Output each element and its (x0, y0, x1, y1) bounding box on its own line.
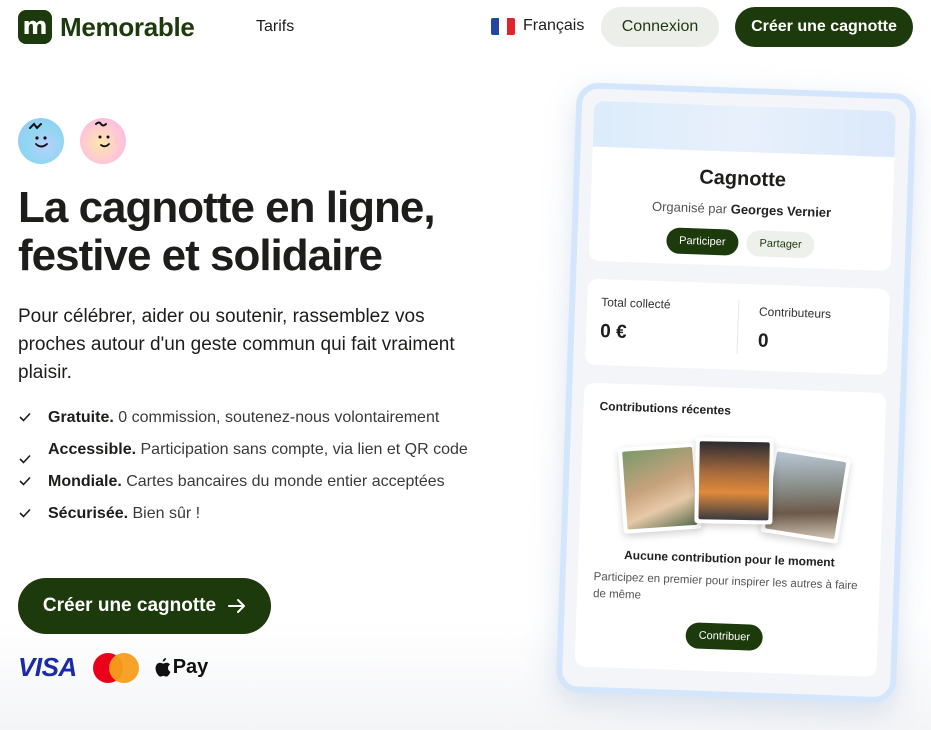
contributors-label: Contributeurs (758, 304, 832, 322)
total-collected-stat: Total collecté 0 € (600, 295, 671, 345)
organizer-name: Georges Vernier (730, 201, 832, 221)
feature-text: Bien sûr ! (128, 505, 201, 522)
feature-item: Mondiale. Cartes bancaires du monde enti… (18, 470, 468, 494)
logo-text: Memorable (60, 11, 195, 42)
empty-state-description: Participez en premier pour inspirer les … (592, 570, 858, 602)
create-fund-button-main[interactable]: Créer une cagnotte (18, 578, 271, 634)
header-banner (592, 100, 897, 158)
nav-link-tarifs[interactable]: Tarifs (256, 18, 294, 36)
logo[interactable]: m Memorable (18, 10, 195, 44)
language-label: Français (523, 17, 585, 34)
feature-text: 0 commission, soutenez-nous volontaireme… (113, 409, 440, 426)
apple-pay-label: Pay (172, 656, 209, 678)
contributors-value: 0 (757, 330, 769, 352)
feature-item: Accessible. Participation sans compte, v… (18, 438, 468, 464)
feature-list: Gratuite. 0 commission, soutenez-nous vo… (18, 406, 468, 534)
create-fund-label: Créer une cagnotte (42, 595, 217, 616)
language-selector[interactable]: Français (491, 17, 584, 35)
payment-methods: VISA Pay (18, 652, 208, 683)
check-icon (19, 454, 31, 464)
hero-title-line2: festive et solidaire (18, 231, 383, 280)
smiley-avatar-blue-icon (18, 118, 64, 164)
hero-title: La cagnotte en ligne, festive et solidai… (18, 184, 518, 280)
hero-title-line1: La cagnotte en ligne, (18, 183, 436, 232)
smiley-avatar-pink-icon (80, 118, 126, 164)
check-icon (19, 508, 31, 518)
fund-organizer: Organisé par Georges Vernier (590, 197, 892, 223)
photo-friends-hug (617, 442, 702, 534)
empty-state-title: Aucune contribution pour le moment (623, 548, 835, 570)
arrow-right-icon (228, 599, 246, 613)
feature-title: Accessible. (48, 441, 137, 458)
fund-header-card: Cagnotte Organisé par Georges Vernier Pa… (588, 100, 897, 272)
stats-divider (736, 299, 740, 354)
hero-subtitle: Pour célébrer, aider ou soutenir, rassem… (18, 306, 455, 383)
total-collected-label: Total collecté (601, 295, 671, 312)
phone-frame: Cagnotte Organisé par Georges Vernier Pa… (555, 82, 917, 704)
apple-pay-logo: Pay (155, 656, 209, 679)
photo-family-group (694, 437, 774, 525)
contribute-button[interactable]: Contribuer (685, 622, 764, 651)
top-nav: m Memorable Tarifs Français Connexion Cr… (0, 0, 931, 56)
phone-preview: Cagnotte Organisé par Georges Vernier Pa… (555, 82, 926, 714)
feature-title: Mondiale. (48, 473, 122, 490)
feature-title: Sécurisée. (48, 505, 129, 522)
visa-logo: VISA (18, 652, 77, 682)
logo-mark-icon: m (18, 10, 52, 44)
french-flag-icon (491, 17, 515, 35)
feature-text: Participation sans compte, via lien et Q… (136, 441, 468, 458)
total-collected-value: 0 € (599, 321, 628, 343)
organizer-prefix: Organisé par (651, 198, 728, 217)
feature-item: Sécurisée. Bien sûr ! (18, 502, 468, 526)
contributors-stat: Contributeurs 0 (758, 305, 832, 355)
feature-item: Gratuite. 0 commission, soutenez-nous vo… (18, 406, 468, 430)
participate-button[interactable]: Participer (665, 227, 739, 256)
fund-stats-card: Total collecté 0 € Contributeurs 0 (585, 278, 890, 376)
recent-contributions-card: Contributions récentes Aucune contributi… (574, 382, 887, 677)
feature-text: Cartes bancaires du monde entier accepté… (121, 473, 445, 490)
share-button[interactable]: Partager (746, 230, 816, 259)
login-button[interactable]: Connexion (601, 7, 719, 47)
fund-actions: Participer Partager (589, 225, 892, 262)
photo-hikers (760, 446, 851, 544)
fund-title: Cagnotte (698, 166, 787, 192)
mastercard-logo-icon (92, 652, 139, 683)
create-fund-button-header[interactable]: Créer une cagnotte (735, 7, 913, 47)
recent-contributions-title: Contributions récentes (599, 399, 732, 418)
photo-collage (617, 434, 852, 544)
check-icon (19, 476, 31, 486)
apple-icon (155, 658, 171, 677)
feature-title: Gratuite. (48, 409, 114, 426)
check-icon (19, 412, 31, 422)
